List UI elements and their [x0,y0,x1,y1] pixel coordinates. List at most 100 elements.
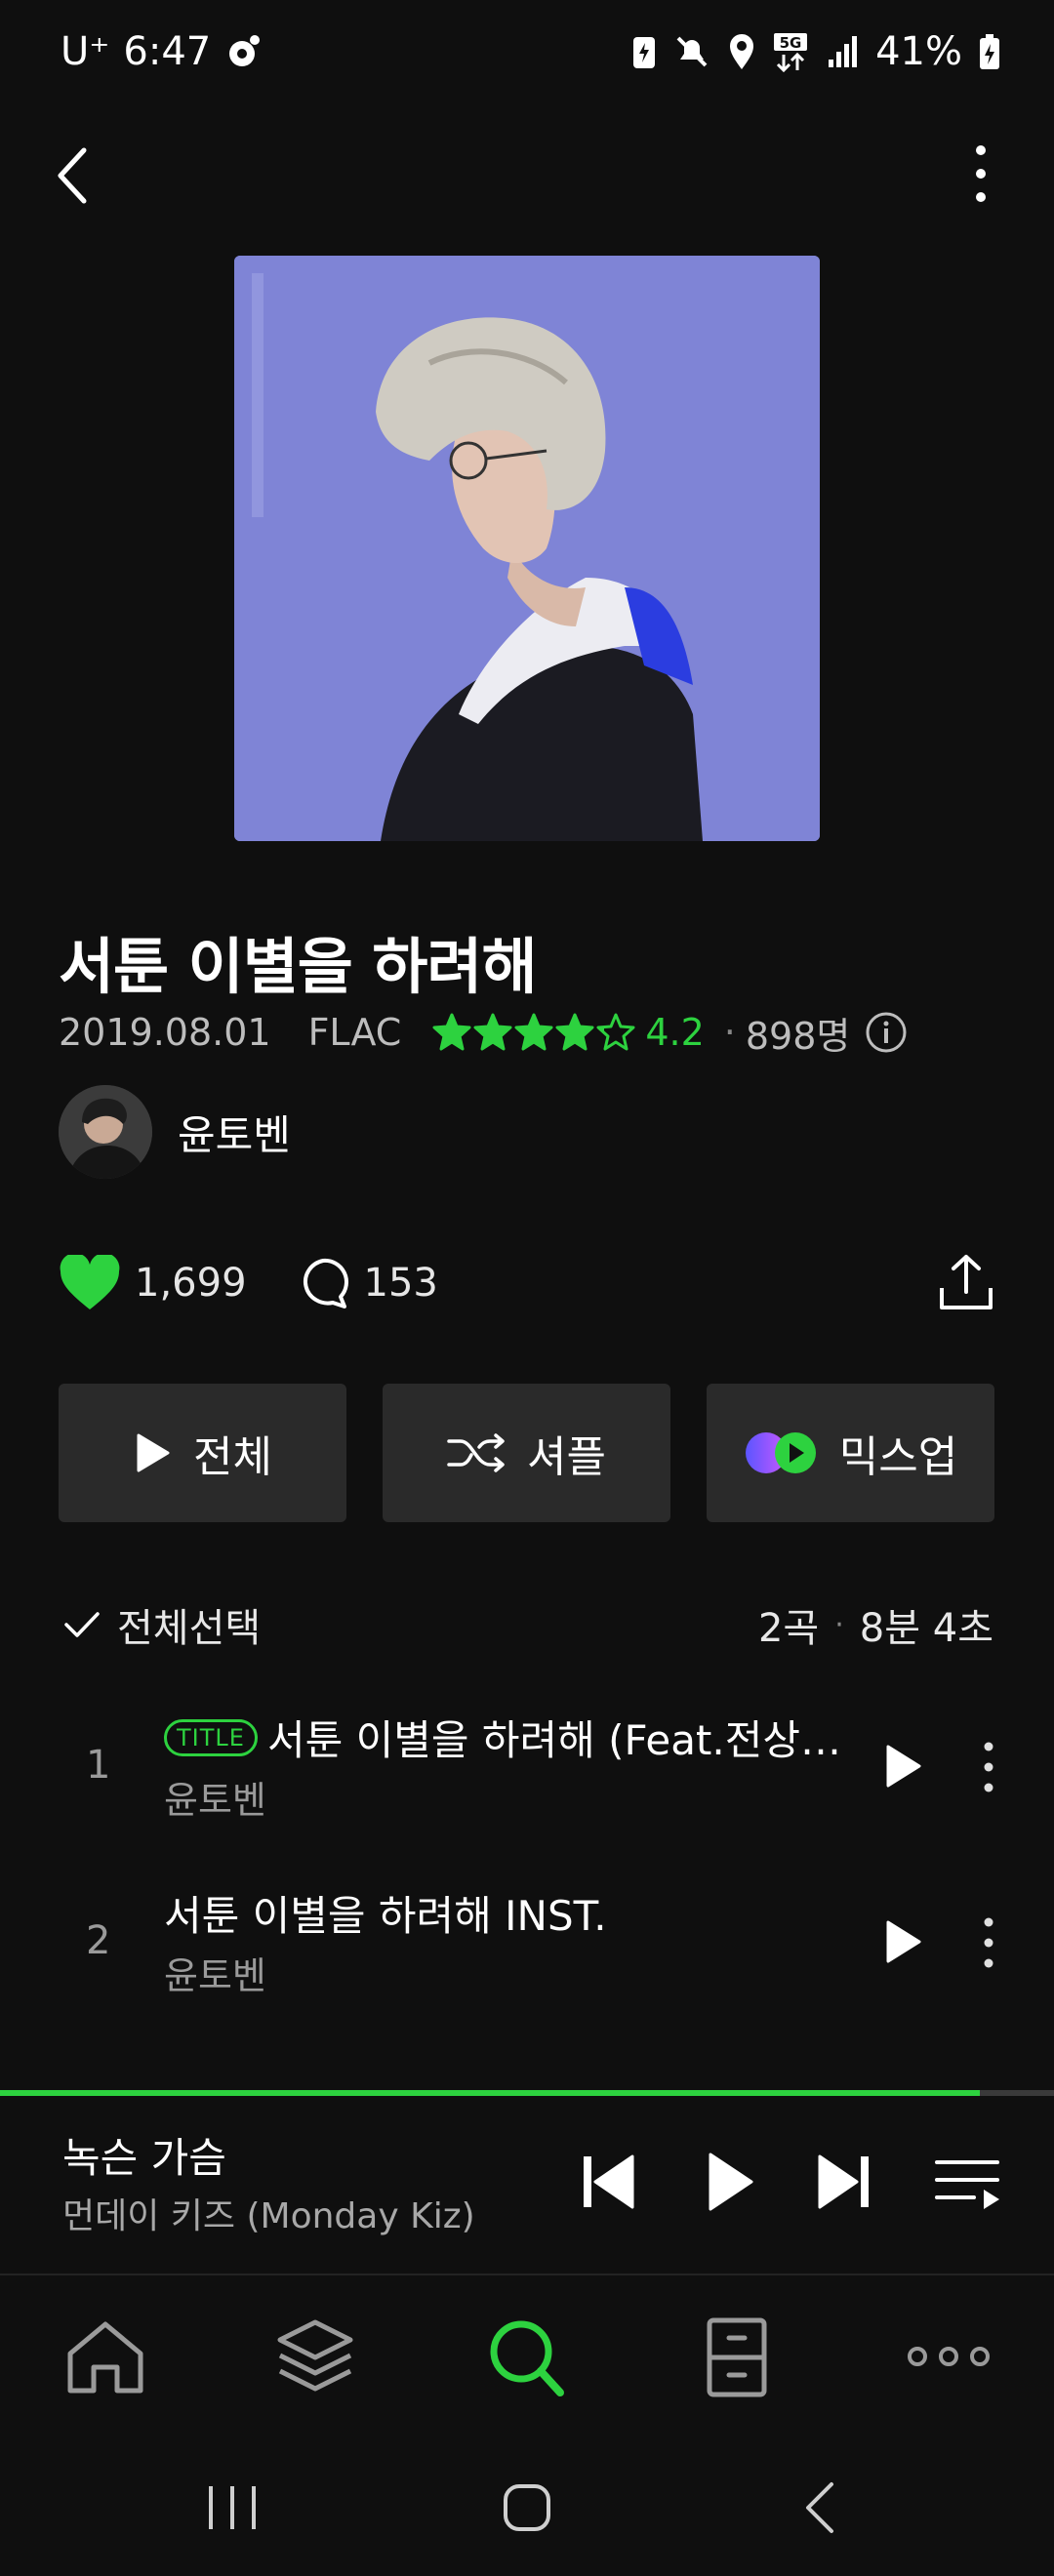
avatar-photo [59,1085,152,1179]
share-icon [940,1255,993,1309]
battery-percent: 41% [875,29,962,74]
shuffle-icon [447,1433,505,1472]
title-track-badge: TITLE [164,1718,258,1756]
artist-row[interactable]: 윤토벤 [59,1083,291,1181]
star-icon [596,1013,635,1051]
playlist-button[interactable] [923,2143,1011,2221]
more-vertical-icon [976,145,986,202]
skip-previous-icon [584,2154,634,2209]
rating-stars[interactable] [432,1013,635,1052]
network-5g-icon: 5G [774,33,808,72]
star-icon [473,1013,512,1051]
next-button[interactable] [800,2143,888,2221]
notification-icon [229,35,261,66]
track-title-text: 서툰 이별을 하려해 (Feat.전상… [266,1716,842,1764]
album-cover-art [234,256,820,841]
check-icon [64,1612,100,1637]
star-icon [514,1013,553,1051]
total-duration: 8분 4초 [859,1606,993,1651]
storage-icon [707,2317,767,2397]
rating-value: 4.2 [645,1011,705,1054]
play-icon [709,2153,753,2211]
recents-icon [209,2486,256,2529]
comment-count: 153 [363,1261,438,1306]
release-date: 2019.08.01 [59,1011,271,1054]
select-all-button[interactable]: 전체선택 [62,1596,261,1653]
shuffle-button[interactable]: 셔플 [383,1384,670,1522]
search-icon [490,2320,564,2396]
track-title[interactable]: 서툰 이별을 하려해 INST. [164,1883,847,1943]
shuffle-label: 셔플 [527,1432,606,1482]
heart-icon[interactable] [59,1255,121,1311]
tracklist-summary: 2곡 · 8분 4초 [758,1596,993,1653]
location-icon [730,34,754,69]
system-back-button[interactable] [783,2469,861,2547]
back-icon [58,147,87,204]
star-icon [432,1013,471,1051]
mixup-label: 믹스업 [838,1432,958,1482]
divider [0,2274,1054,2275]
audio-format: FLAC [307,1011,402,1054]
layers-icon [277,2319,353,2392]
nav-more[interactable] [900,2313,997,2400]
track-more-button[interactable] [974,1909,1003,1977]
select-all-label: 전체선택 [117,1606,262,1651]
clock: 6:47 [123,29,212,74]
signal-icon [829,36,858,67]
play-track-button[interactable] [878,1912,927,1971]
play-icon [137,1433,170,1472]
more-options-button[interactable] [952,137,1010,215]
separator-dot: · [723,1011,736,1054]
playback-progress-fill [0,2090,981,2096]
play-all-button[interactable]: 전체 [59,1384,346,1522]
mixup-icon [745,1432,816,1473]
previous-button[interactable] [564,2143,652,2221]
nav-library[interactable] [266,2313,364,2400]
album-title: 서툰 이별을 하려해 [59,931,537,1002]
track-number: 1 [86,1743,111,1788]
track-artist[interactable]: 윤토벤 [164,1946,266,1999]
rating-count: 898명 [745,1014,851,1058]
info-icon[interactable] [864,1010,909,1055]
back-button[interactable] [49,137,107,215]
track-artist[interactable]: 윤토벤 [164,1770,266,1824]
play-track-button[interactable] [878,1737,927,1795]
like-count: 1,699 [135,1261,247,1306]
system-recents-button[interactable] [193,2469,271,2547]
status-bar: U⁺ 6:47 5G 41% [0,0,1054,112]
battery-icon [980,34,999,69]
comment-icon[interactable] [296,1256,350,1310]
svg-text:5G: 5G [780,34,802,52]
more-horizontal-icon [908,2347,990,2366]
playlist-icon [935,2160,999,2209]
now-playing-title[interactable]: 녹슨 가슴 [62,2125,226,2185]
track-title[interactable]: TITLE 서툰 이별을 하려해 (Feat.전상… [164,1708,847,1767]
status-right: 5G 41% [631,29,1001,74]
nav-storage[interactable] [688,2313,786,2400]
share-button[interactable] [932,1249,1000,1317]
nav-search[interactable] [478,2313,576,2400]
status-left: U⁺ 6:47 [61,29,264,74]
track-row[interactable]: 2 서툰 이별을 하려해 INST. 윤토벤 [0,1873,1054,2039]
album-meta: 2019.08.01 FLAC 4.2 · 898명 [59,1005,909,1060]
nav-home[interactable] [57,2313,154,2400]
album-cover [234,256,820,841]
now-playing-artist[interactable]: 먼데이 키즈 (Monday Kiz) [62,2188,475,2238]
system-home-button[interactable] [488,2469,566,2547]
track-number: 2 [86,1918,111,1963]
mixup-button[interactable]: 믹스업 [707,1384,994,1522]
mute-icon [676,36,708,67]
artist-name[interactable]: 윤토벤 [178,1103,291,1162]
skip-next-icon [818,2154,869,2209]
star-icon [555,1013,594,1051]
home-icon [67,2321,143,2394]
back-icon [806,2482,833,2533]
separator-dot: · [834,1607,844,1642]
play-pause-button[interactable] [685,2143,773,2221]
artist-avatar[interactable] [59,1085,152,1179]
track-more-button[interactable] [974,1733,1003,1801]
track-title-text: 서툰 이별을 하려해 INST. [164,1892,607,1940]
battery-saver-icon [633,37,656,68]
track-row[interactable]: 1 TITLE 서툰 이별을 하려해 (Feat.전상… 윤토벤 [0,1698,1054,1864]
album-stats: 1,699 153 [59,1249,487,1317]
